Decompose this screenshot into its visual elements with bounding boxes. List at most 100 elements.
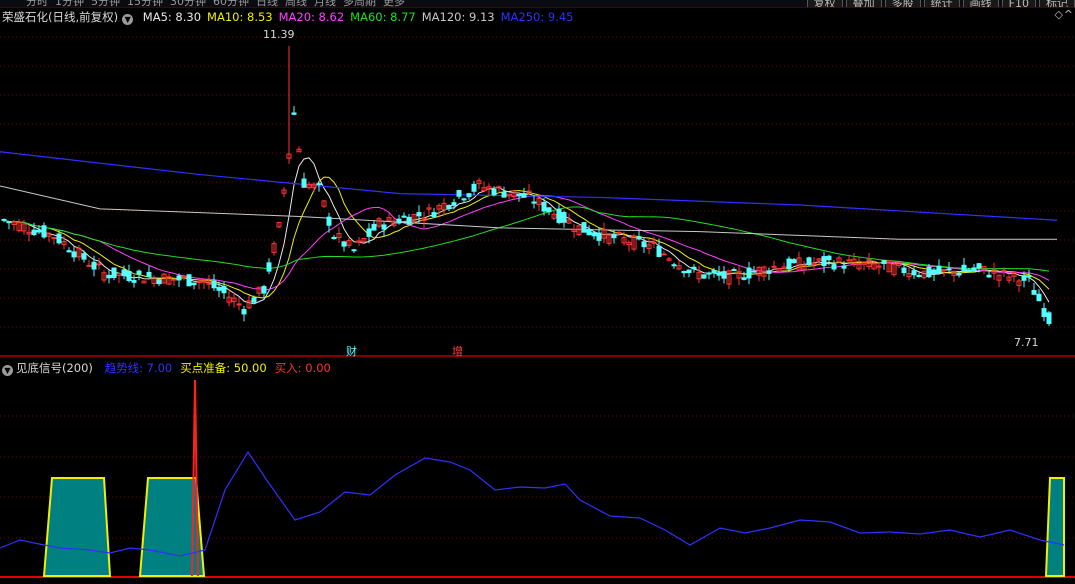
candle-body	[191, 282, 197, 286]
candle-body	[741, 277, 747, 280]
candle-body	[771, 265, 777, 268]
candle-body	[656, 245, 662, 257]
candle-body	[681, 270, 687, 274]
candle-body	[126, 270, 132, 282]
candle-body	[686, 269, 692, 274]
candle-body	[731, 269, 737, 272]
candle-body	[846, 259, 852, 262]
candle-body	[71, 251, 77, 258]
candle-body	[786, 258, 792, 270]
candle-body	[721, 271, 727, 279]
sub-legend-2: 买入: 0.00	[274, 361, 331, 375]
candle-body	[66, 250, 72, 253]
signal-zone	[42, 477, 112, 577]
candle-body	[911, 270, 917, 276]
candle-body	[131, 280, 137, 283]
candle-body	[916, 274, 922, 277]
candle-body	[711, 270, 717, 274]
candle-body	[966, 269, 972, 273]
candle-body	[591, 232, 597, 237]
candle-body	[316, 183, 322, 186]
candle-body	[586, 229, 592, 236]
low-price-label: 7.71	[1014, 336, 1039, 349]
candle-body	[251, 297, 257, 303]
candle-body	[926, 266, 932, 278]
candle-body	[531, 201, 537, 204]
candle-body	[701, 274, 707, 279]
candle-body	[1046, 312, 1052, 324]
candle-body	[826, 255, 832, 261]
candle-body	[106, 274, 112, 279]
sub-legend-0: 趋势线: 7.00	[104, 361, 173, 375]
candle-body	[396, 218, 402, 224]
candle-body	[301, 178, 307, 188]
candle-body	[541, 201, 547, 212]
candle-body	[976, 263, 982, 269]
candle-body	[1036, 293, 1042, 302]
candle-body	[521, 193, 527, 198]
candle-body	[706, 272, 712, 275]
candle-body	[401, 215, 407, 218]
candle-body	[751, 270, 757, 273]
candle-body	[466, 193, 472, 198]
candle-body	[86, 264, 92, 267]
bottom-signal-indicator	[0, 379, 1065, 577]
candle-body	[1, 218, 7, 221]
candle-body	[156, 279, 162, 285]
candle-body	[41, 225, 47, 238]
stock-title: 荣盛石化(日线,前复权)	[2, 10, 119, 24]
candle-body	[806, 257, 812, 266]
candle-body	[941, 268, 947, 271]
high-price-label: 11.39	[263, 28, 295, 41]
candle-body	[31, 229, 37, 236]
sub-legend-1: 买点准备: 50.00	[180, 361, 267, 375]
candle-body	[546, 207, 552, 213]
candle-body	[381, 224, 387, 230]
candle-body	[96, 263, 102, 266]
dropdown-icon[interactable]: ▼	[2, 365, 13, 376]
candle-body	[196, 281, 202, 284]
candle-body	[956, 272, 962, 276]
candle-body	[146, 271, 152, 277]
candle-body	[611, 233, 617, 239]
collapse-icon[interactable]: ^	[1064, 8, 1073, 21]
candle-body	[766, 270, 772, 274]
candle-body	[121, 269, 127, 277]
event-marker-finance[interactable]: 财	[346, 343, 357, 359]
kline-chart[interactable]	[0, 0, 1075, 584]
candle-body	[1041, 308, 1047, 317]
diamond-icon[interactable]: ◇	[1055, 8, 1063, 21]
candle-body	[51, 236, 57, 239]
event-marker-increase[interactable]: 增	[452, 343, 463, 359]
candle-body	[461, 198, 467, 201]
dropdown-icon[interactable]: ▼	[122, 14, 134, 25]
candle-body	[831, 264, 837, 270]
candle-body	[111, 267, 117, 278]
candle-body	[596, 232, 602, 241]
ma-legend-2: MA20: 8.62	[278, 10, 345, 24]
candle-body	[931, 269, 937, 274]
ma-legend-5: MA250: 9.45	[500, 10, 574, 24]
ma-line-2	[3, 194, 1050, 291]
candle-body	[261, 286, 267, 294]
candle-body	[431, 212, 437, 218]
candle-body	[171, 278, 177, 281]
ma-legend-1: MA10: 8.53	[207, 10, 273, 24]
candle-body	[371, 223, 377, 231]
candle-body	[176, 275, 182, 281]
candle-body	[556, 208, 562, 223]
candle-body	[331, 236, 337, 240]
candle-body	[946, 268, 952, 271]
sub-legend: ▼ 见底信号(200) 趋势线: 7.00 买点准备: 50.00 买入: 0.00	[2, 360, 331, 376]
candle-body	[351, 249, 357, 252]
candlesticks	[1, 45, 1052, 327]
candle-body	[291, 112, 297, 115]
candle-body	[971, 267, 977, 271]
candle-body	[561, 212, 567, 223]
candle-body	[241, 309, 247, 315]
candle-body	[266, 262, 272, 272]
candle-body	[641, 241, 647, 248]
ma-legend-0: MA5: 8.30	[142, 10, 202, 24]
candle-body	[6, 221, 12, 224]
ma-legend-3: MA60: 8.77	[350, 10, 416, 24]
